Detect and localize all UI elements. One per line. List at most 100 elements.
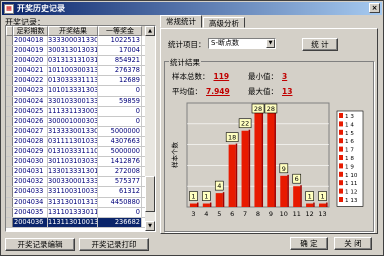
- table-row[interactable]: 2004027 3133330013300 5000000: [6, 126, 155, 137]
- table-row[interactable]: 2004035 1311013330111 0: [6, 207, 155, 218]
- cell-prize[interactable]: 4307663: [98, 136, 142, 147]
- cell-prize[interactable]: 4450880: [98, 197, 142, 207]
- close-button[interactable]: 关 闭: [334, 237, 372, 250]
- cell-issue[interactable]: 2004029: [13, 147, 48, 157]
- cell-prize[interactable]: 0: [98, 116, 142, 126]
- cell-prize[interactable]: 1412876: [98, 157, 142, 167]
- table-row[interactable]: 2004028 0311113010333 4307663: [6, 136, 155, 148]
- records-grid[interactable]: 足彩期数 开奖结果 一等奖金 2004018 3333000313303 10225…: [5, 25, 156, 232]
- table-row[interactable]: 2004034 3131301013130 4450880: [6, 197, 155, 208]
- cell-prize[interactable]: 0: [98, 86, 142, 96]
- row-indicator[interactable]: [6, 66, 13, 76]
- cell-prize[interactable]: 272008: [98, 167, 142, 177]
- cell-issue[interactable]: 2004024: [13, 96, 48, 106]
- stat-button[interactable]: 统 计: [302, 38, 338, 51]
- cell-prize[interactable]: 12689: [98, 76, 142, 86]
- cell-issue[interactable]: 2004019: [13, 46, 48, 56]
- row-indicator[interactable]: [6, 46, 13, 56]
- cell-prize[interactable]: 0: [98, 207, 142, 217]
- cell-issue[interactable]: 2004022: [13, 76, 48, 86]
- table-row[interactable]: 2004024 3301033001331 59859: [6, 96, 155, 107]
- row-indicator[interactable]: [6, 217, 13, 227]
- row-indicator[interactable]: [6, 207, 13, 217]
- row-indicator[interactable]: [6, 167, 13, 177]
- cell-prize[interactable]: 17004: [98, 46, 142, 56]
- print-records-button[interactable]: 开奖记录打印: [79, 238, 149, 251]
- cell-issue[interactable]: 2004027: [13, 126, 48, 136]
- cell-issue[interactable]: 2004031: [13, 167, 48, 177]
- cell-prize[interactable]: 1022513: [98, 36, 142, 46]
- row-indicator[interactable]: [6, 136, 13, 147]
- cell-issue[interactable]: 2004033: [13, 187, 48, 197]
- row-indicator[interactable]: [6, 96, 13, 106]
- cell-issue[interactable]: 2004021: [13, 66, 48, 76]
- close-icon[interactable]: ×: [369, 3, 380, 13]
- column-header-prize[interactable]: 一等奖金: [98, 26, 142, 36]
- row-indicator[interactable]: [6, 116, 13, 126]
- cell-issue[interactable]: 2004036: [13, 217, 48, 227]
- table-row[interactable]: 2004030 3011031030330 1412876: [6, 157, 155, 168]
- cell-result[interactable]: 3003300013333: [48, 177, 98, 187]
- ok-button[interactable]: 确 定: [290, 237, 328, 250]
- vertical-scrollbar[interactable]: ▲ ▼: [145, 26, 155, 231]
- cell-result[interactable]: 3133330013300: [48, 126, 98, 136]
- table-row[interactable]: 2004032 3003300013333 575377: [6, 177, 155, 188]
- cell-prize[interactable]: 236682: [98, 217, 142, 227]
- cell-prize[interactable]: 5000000: [98, 147, 142, 157]
- cell-prize[interactable]: 5000000: [98, 126, 142, 136]
- cell-prize[interactable]: 276378: [98, 66, 142, 76]
- table-row[interactable]: 2004022 0130333311130 12689: [6, 76, 155, 87]
- chevron-down-icon[interactable]: ▼: [266, 39, 275, 48]
- cell-result[interactable]: 1010133313033: [48, 86, 98, 96]
- cell-issue[interactable]: 2004028: [13, 136, 48, 147]
- cell-result[interactable]: 3000010003033: [48, 116, 98, 126]
- scroll-down-arrow-icon[interactable]: ▼: [145, 221, 155, 231]
- table-row[interactable]: 2004020 0313131310310 854921: [6, 56, 155, 67]
- cell-issue[interactable]: 2004018: [13, 36, 48, 46]
- cell-result[interactable]: 1011003003130: [48, 66, 98, 76]
- row-indicator[interactable]: [6, 106, 13, 116]
- cell-issue[interactable]: 2004020: [13, 56, 48, 66]
- table-row[interactable]: 2004019 3003130130313 17004: [6, 46, 155, 57]
- table-row[interactable]: 2004023 1010133313033 0: [6, 86, 155, 97]
- cell-result[interactable]: 1311013330111: [48, 207, 98, 217]
- cell-result[interactable]: 0313131310310: [48, 56, 98, 66]
- scroll-up-arrow-icon[interactable]: ▲: [145, 26, 155, 36]
- cell-prize[interactable]: 61312: [98, 187, 142, 197]
- cell-issue[interactable]: 2004032: [13, 177, 48, 187]
- column-header-result[interactable]: 开奖结果: [48, 26, 98, 36]
- table-row[interactable]: 2004026 3000010003033 0: [6, 116, 155, 127]
- cell-result[interactable]: 3301033001331: [48, 96, 98, 106]
- table-row[interactable]: 2004033 3311003100330 61312: [6, 187, 155, 198]
- cell-result[interactable]: 3011031030330: [48, 157, 98, 167]
- cell-result[interactable]: 1131130100133: [48, 217, 98, 227]
- cell-result[interactable]: 3333000313303: [48, 36, 98, 46]
- tab-advanced-analysis[interactable]: 高级分析: [203, 17, 245, 28]
- row-indicator[interactable]: [6, 126, 13, 136]
- table-row[interactable]: 2004018 3333000313303 1022513: [6, 36, 155, 47]
- cell-issue[interactable]: 2004035: [13, 207, 48, 217]
- cell-prize[interactable]: 59859: [98, 96, 142, 106]
- row-indicator[interactable]: [6, 197, 13, 207]
- cell-prize[interactable]: 854921: [98, 56, 142, 66]
- row-indicator[interactable]: [6, 157, 13, 167]
- cell-result[interactable]: 3131301013130: [48, 197, 98, 207]
- row-indicator[interactable]: [6, 36, 13, 46]
- stat-item-select[interactable]: S-断点数 ▼: [208, 38, 276, 49]
- table-row[interactable]: 2004029 0131033311100 5000000: [6, 147, 155, 158]
- row-indicator[interactable]: [6, 56, 13, 66]
- row-indicator[interactable]: [6, 86, 13, 96]
- cell-issue[interactable]: 2004026: [13, 116, 48, 126]
- cell-result[interactable]: 0130333311130: [48, 76, 98, 86]
- cell-issue[interactable]: 2004034: [13, 197, 48, 207]
- table-row[interactable]: 2004031 1330133313013 272008: [6, 167, 155, 178]
- cell-prize[interactable]: 575377: [98, 177, 142, 187]
- cell-issue[interactable]: 2004023: [13, 86, 48, 96]
- cell-result[interactable]: 1113311330030: [48, 106, 98, 116]
- cell-result[interactable]: 0131033311100: [48, 147, 98, 157]
- column-header-issue[interactable]: 足彩期数: [13, 26, 48, 36]
- cell-issue[interactable]: 2004025: [13, 106, 48, 116]
- table-row[interactable]: 2004036 1131130100133 236682: [6, 217, 155, 228]
- cell-result[interactable]: 3003130130313: [48, 46, 98, 56]
- cell-result[interactable]: 3311003100330: [48, 187, 98, 197]
